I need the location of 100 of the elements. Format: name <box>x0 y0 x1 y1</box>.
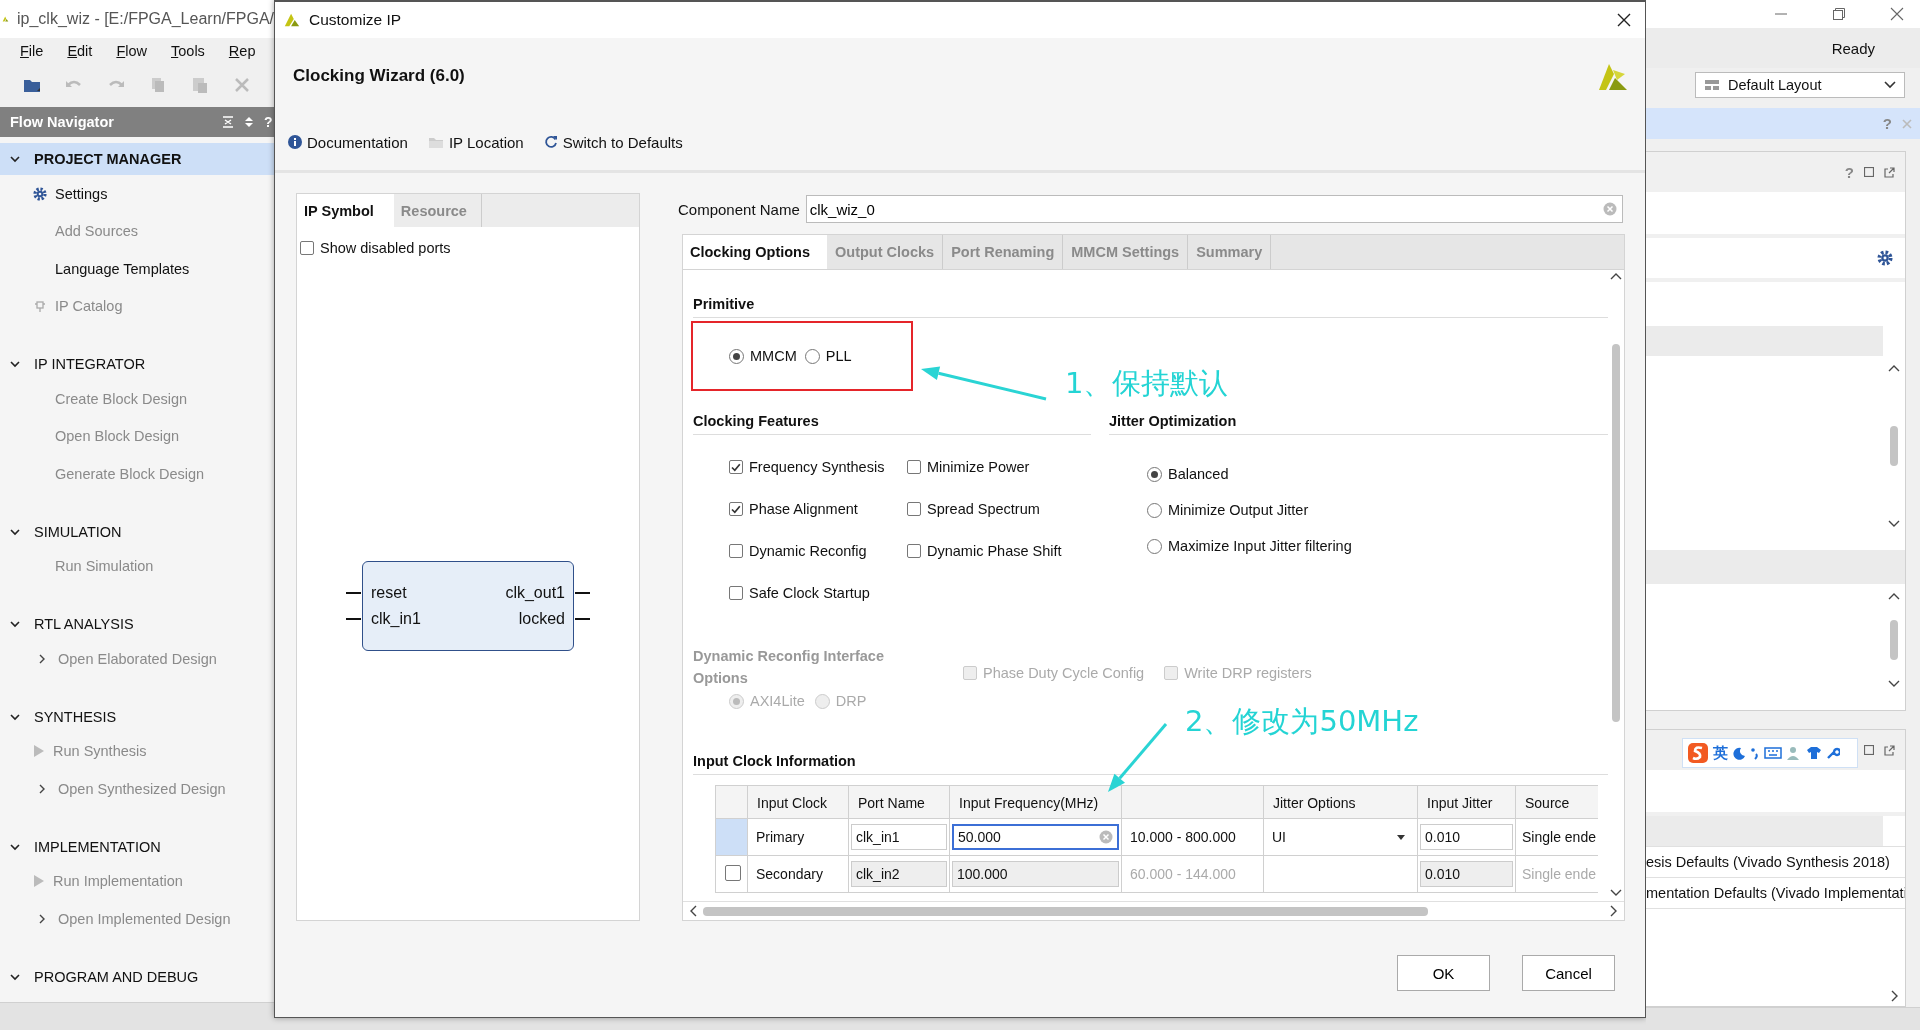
column-header: Input Frequency(MHz) <box>949 785 1122 819</box>
caret-icon <box>1397 834 1405 840</box>
input-mode-toggle[interactable]: 英 <box>1713 743 1728 763</box>
port-label: reset <box>370 584 408 602</box>
radio-label: AXI4Lite <box>750 693 805 709</box>
sort-icon[interactable] <box>244 116 254 128</box>
checkbox[interactable] <box>729 586 743 600</box>
nav-item[interactable]: Language Templates <box>0 250 274 288</box>
scroll-left-icon[interactable] <box>689 905 697 917</box>
scroll-thumb[interactable] <box>703 906 1428 916</box>
radio-button[interactable] <box>1147 502 1162 518</box>
radio-button[interactable] <box>1147 466 1162 482</box>
input-field[interactable]: 0.010 <box>1420 824 1513 850</box>
scroll-right-icon[interactable] <box>1610 905 1618 917</box>
toolbar-link[interactable]: Switch to Defaults <box>543 133 683 151</box>
input-field[interactable]: clk_in1 <box>851 824 947 850</box>
shirt-icon[interactable] <box>1806 746 1822 760</box>
scroll-up-icon[interactable] <box>1888 592 1900 600</box>
chevron-icon[interactable] <box>10 154 20 164</box>
scroll-thumb[interactable] <box>1890 620 1898 660</box>
annotation-text: 2、修改为50MHz <box>1185 703 1419 740</box>
float-icon[interactable] <box>1884 166 1895 178</box>
menu-item[interactable]: File <box>20 42 44 59</box>
tab[interactable]: IP Symbol <box>297 194 394 227</box>
chevron-icon[interactable] <box>10 711 20 722</box>
checkbox-label: Dynamic Reconfig <box>749 543 867 559</box>
punctuation-icon[interactable] <box>1750 746 1760 760</box>
pin-line <box>346 618 361 620</box>
checkbox-label: Phase Alignment <box>749 501 858 517</box>
scroll-up-icon[interactable] <box>1888 364 1900 372</box>
checkbox-label: Safe Clock Startup <box>749 585 870 601</box>
input-method-logo-icon[interactable] <box>1687 742 1709 764</box>
radio-button[interactable] <box>804 348 820 364</box>
checkbox[interactable] <box>729 544 743 558</box>
input-field[interactable]: 0.010 <box>1420 861 1513 887</box>
scroll-up-icon[interactable] <box>1610 272 1622 280</box>
text-field[interactable]: clk_wiz_0 <box>805 195 1623 223</box>
checkbox-label: Dynamic Phase Shift <box>927 543 1062 559</box>
tree-section[interactable]: PROJECT MANAGER <box>0 143 274 175</box>
chevron-icon[interactable] <box>10 971 20 982</box>
scroll-down-icon[interactable] <box>1610 889 1622 897</box>
dialog-button[interactable]: OK <box>1397 955 1490 991</box>
toolbar-link[interactable]: Documentation <box>288 133 408 151</box>
column-header: Input Jitter <box>1417 785 1516 819</box>
input-field[interactable]: 50.000 <box>952 824 1119 850</box>
tree-section[interactable]: PROGRAM AND DEBUG <box>0 960 274 993</box>
keyboard-icon[interactable] <box>1764 747 1782 759</box>
radio-label: Minimize Output Jitter <box>1168 502 1309 518</box>
refresh-icon <box>543 135 558 149</box>
chevron-icon[interactable] <box>10 526 20 537</box>
tab[interactable]: Clocking Options <box>683 235 828 269</box>
restore-icon[interactable] <box>1832 7 1846 21</box>
menu-item[interactable]: Flow <box>116 42 147 59</box>
chevron-icon[interactable] <box>10 841 20 852</box>
checkbox[interactable] <box>907 502 921 516</box>
scroll-down-icon[interactable] <box>1888 680 1900 688</box>
checkbox[interactable] <box>907 544 921 558</box>
collapse-all-icon[interactable] <box>222 116 234 128</box>
checkbox-label: Phase Duty Cycle Config <box>983 665 1145 681</box>
scroll-thumb[interactable] <box>1890 426 1898 466</box>
checkbox[interactable] <box>724 864 741 881</box>
tree-section[interactable]: SIMULATION <box>0 515 274 548</box>
tree-section[interactable]: IMPLEMENTATION <box>0 830 274 863</box>
radio-button[interactable] <box>1147 538 1162 554</box>
gear-icon <box>33 186 47 201</box>
float-icon[interactable] <box>1884 744 1895 756</box>
tree-section[interactable]: RTL ANALYSIS <box>0 608 274 640</box>
wrench-icon[interactable] <box>1826 746 1840 760</box>
help-icon[interactable]: ? <box>264 114 274 130</box>
input-field[interactable]: clk_in2 <box>851 861 947 887</box>
chevron-icon[interactable] <box>10 359 20 369</box>
maximize-icon[interactable] <box>1864 167 1874 177</box>
annotation-arrow <box>1108 723 1168 792</box>
chevron-icon[interactable] <box>10 619 20 629</box>
maximize-icon[interactable] <box>1864 745 1874 755</box>
nav-item[interactable]: Settings <box>0 175 274 213</box>
close-icon[interactable] <box>1617 13 1631 27</box>
menu-item[interactable]: Tools <box>171 42 205 59</box>
checkbox[interactable] <box>907 460 921 474</box>
checkbox[interactable] <box>300 241 314 255</box>
scroll-down-icon[interactable] <box>1888 520 1900 528</box>
chip-icon <box>33 299 47 314</box>
dialog-title: Customize IP <box>309 11 402 29</box>
scroll-thumb[interactable] <box>1612 344 1620 722</box>
folder-icon <box>427 135 444 149</box>
tree-section[interactable]: IP INTEGRATOR <box>0 348 274 380</box>
column-header: Source <box>1515 785 1598 819</box>
menu-item[interactable]: Rep <box>228 42 256 59</box>
menu-item[interactable]: Edit <box>67 42 93 59</box>
radio-button[interactable] <box>729 348 744 364</box>
toolbar-link[interactable]: IP Location <box>427 133 524 151</box>
checkbox[interactable] <box>729 502 743 516</box>
moon-icon[interactable] <box>1732 746 1746 760</box>
dialog-button[interactable]: Cancel <box>1522 955 1615 991</box>
tree-section[interactable]: SYNTHESIS <box>0 700 274 733</box>
scroll-right-icon[interactable] <box>1891 990 1899 1002</box>
dropdown[interactable]: Default Layout <box>1695 72 1905 98</box>
input-field[interactable]: 100.000 <box>952 861 1119 887</box>
checkbox[interactable] <box>729 460 743 474</box>
gear-icon[interactable] <box>1877 250 1893 266</box>
